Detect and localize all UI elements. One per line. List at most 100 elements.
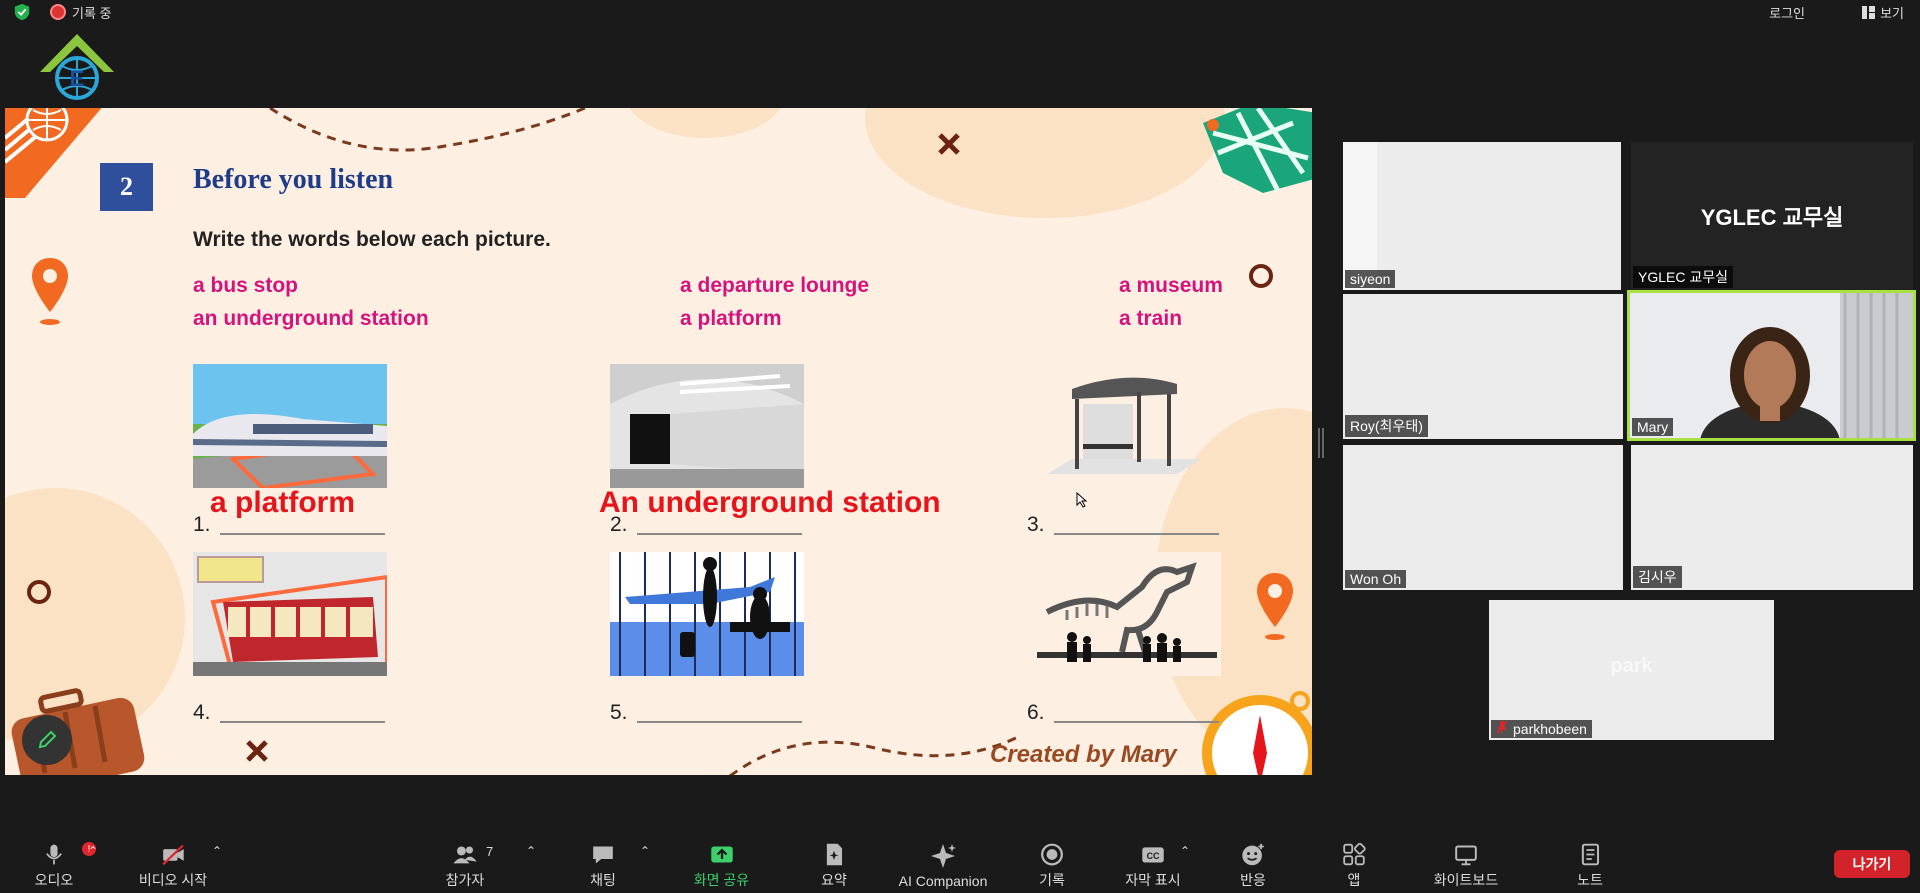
exercise-number: 2: [100, 163, 153, 211]
blank-number-3: 3.: [1027, 513, 1045, 536]
location-pin-icon: [32, 258, 68, 325]
blank-number-2: 2.: [610, 513, 628, 536]
chat-button[interactable]: 채팅: [575, 832, 631, 890]
start-video-label: 비디오 시작: [138, 872, 208, 888]
slide-credit: Created by Mary: [990, 741, 1177, 768]
panel-splitter[interactable]: [1318, 428, 1324, 458]
participant-name: 김시우: [1633, 566, 1682, 588]
view-label: 보기: [1880, 5, 1904, 21]
decor-blob: [865, 108, 1225, 218]
blank-number-1: 1.: [193, 513, 211, 536]
tile-blur: [1343, 142, 1377, 290]
summary-button[interactable]: 요약: [806, 832, 862, 890]
participant-name: Won Oh: [1345, 570, 1407, 588]
map-icon: [1203, 108, 1312, 193]
captions-label: 자막 표시: [1125, 872, 1181, 888]
decor-blob: [625, 108, 785, 138]
blank-line-6: [1054, 721, 1219, 723]
share-screen-icon: [710, 846, 733, 863]
location-pin-icon: [1257, 573, 1293, 640]
video-tile-parkhobeen[interactable]: park parkhobeen: [1489, 600, 1774, 740]
blank-line-4: [220, 721, 385, 723]
captions-button[interactable]: CC 자막 표시: [1118, 832, 1188, 890]
participant-name: Roy(최우태): [1345, 415, 1428, 437]
muted-mic-icon: [1496, 720, 1508, 734]
grid-view-icon: [1862, 5, 1876, 19]
record-label: 기록: [1039, 872, 1065, 888]
word-departure-lounge: a departure lounge: [680, 274, 870, 297]
shield-icon[interactable]: [13, 3, 31, 21]
pencil-icon: [38, 730, 57, 749]
login-button[interactable]: 로그인: [1759, 0, 1815, 24]
chat-label: 채팅: [590, 872, 616, 888]
reactions-label: 반응: [1240, 872, 1266, 888]
video-tile-mary[interactable]: Mary: [1627, 290, 1916, 441]
ai-companion-label: AI Companion: [898, 873, 988, 889]
word-underground-station: an underground station: [193, 307, 429, 330]
recording-label: 기록 중: [72, 5, 112, 21]
audio-button[interactable]: 오디오 !: [24, 832, 96, 890]
participants-count: 7: [486, 844, 494, 859]
whiteboard-label: 화이트보드: [1433, 872, 1499, 888]
video-tile-roy[interactable]: Roy(최우태): [1343, 294, 1623, 439]
view-button[interactable]: 보기: [1856, 0, 1910, 24]
audio-options-caret[interactable]: ⌃: [88, 844, 98, 858]
login-label: 로그인: [1769, 5, 1805, 21]
participants-options-caret[interactable]: ⌃: [526, 844, 536, 858]
leave-button[interactable]: 나가기: [1834, 850, 1910, 878]
start-video-button[interactable]: 비디오 시작: [128, 832, 218, 890]
leave-label: 나가기: [1852, 856, 1892, 872]
participant-display-name: YGLEC 교무실: [1700, 205, 1844, 230]
participants-button[interactable]: 참가자: [435, 832, 495, 890]
participant-name: YGLEC 교무실: [1633, 266, 1733, 288]
apps-button[interactable]: 앱: [1326, 832, 1382, 890]
record-icon: [1041, 843, 1063, 866]
whiteboard-icon: [1455, 845, 1477, 866]
ring-decor: [27, 580, 51, 604]
video-tile-won-oh[interactable]: Won Oh: [1343, 445, 1623, 590]
svg-text:CC: CC: [1147, 851, 1160, 861]
blank-number-4: 4.: [193, 701, 211, 724]
reaction-smiley-icon: [1242, 843, 1264, 866]
notes-label: 노트: [1577, 872, 1603, 888]
video-camera-off-icon: [162, 844, 184, 866]
participant-display-name: park: [1610, 655, 1653, 677]
blank-number-6: 6.: [1027, 701, 1045, 724]
shared-screen-slide: 2 Before you listen Write the words belo…: [5, 108, 1312, 775]
chat-options-caret[interactable]: ⌃: [640, 844, 650, 858]
notes-icon: [1581, 843, 1600, 866]
recording-indicator[interactable]: 기록 중: [50, 2, 112, 22]
closed-captions-icon: CC: [1142, 847, 1164, 863]
video-tile-kim-siwoo[interactable]: 김시우: [1631, 445, 1913, 590]
captions-options-caret[interactable]: ⌃: [1180, 844, 1190, 858]
summary-label: 요약: [821, 872, 847, 888]
dashed-path-decor: [269, 108, 586, 152]
video-tile-yglec[interactable]: YGLEC 교무실 YGLEC 교무실: [1631, 142, 1913, 290]
blank-line-5: [637, 721, 802, 723]
annotate-button[interactable]: [22, 715, 72, 765]
video-options-caret[interactable]: ⌃: [212, 844, 222, 858]
apps-label: 앱: [1347, 872, 1361, 888]
word-platform: a platform: [680, 307, 782, 330]
notes-button[interactable]: 노트: [1562, 832, 1618, 890]
record-button[interactable]: 기록: [1024, 832, 1080, 890]
x-mark-icon: [938, 133, 960, 155]
answer-2: An underground station: [599, 486, 941, 519]
video-tile-siyeon[interactable]: siyeon: [1343, 142, 1621, 290]
participant-video: [1630, 293, 1913, 438]
record-dot-icon: [50, 4, 66, 20]
slide-title: Before you listen: [193, 164, 394, 195]
blank-line-3: [1054, 533, 1219, 535]
ring-decor: [1249, 264, 1273, 288]
picture-underground-station: [610, 364, 804, 488]
microphone-icon: [46, 844, 62, 865]
whiteboard-button[interactable]: 화이트보드: [1422, 832, 1510, 890]
share-screen-button[interactable]: 화면 공유: [684, 832, 759, 890]
chat-bubble-icon: [593, 846, 613, 864]
blank-line-1: [220, 533, 385, 535]
ai-companion-button[interactable]: AI Companion: [888, 832, 998, 890]
word-bus-stop: a bus stop: [193, 274, 299, 297]
picture-departure-lounge: [610, 552, 804, 676]
reactions-button[interactable]: 반응: [1225, 832, 1281, 890]
participants-label: 참가자: [445, 872, 485, 888]
